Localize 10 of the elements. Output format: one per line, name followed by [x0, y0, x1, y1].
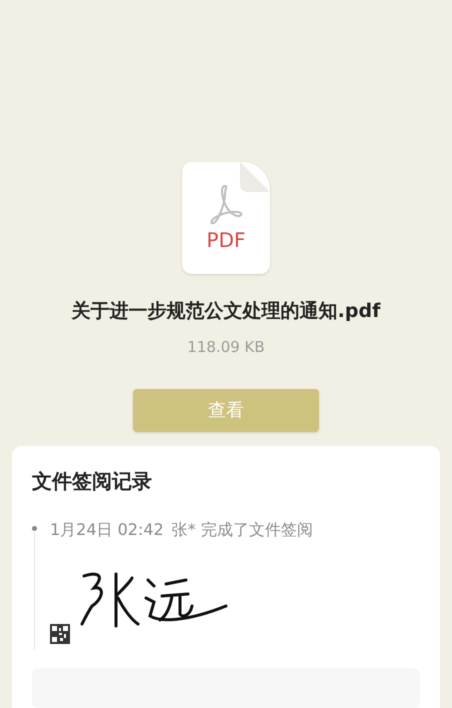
- folded-corner-icon: [240, 162, 270, 192]
- view-button[interactable]: 查看: [133, 388, 319, 432]
- records-title: 文件签阅记录: [32, 468, 153, 495]
- file-type-label: PDF: [206, 230, 246, 250]
- record-text: 张* 完成了文件签阅: [172, 519, 313, 541]
- acrobat-symbol-icon: [208, 184, 244, 226]
- record-time: 1月24日 02:42: [50, 519, 164, 541]
- qr-code-icon: [50, 624, 70, 644]
- file-name: 关于进一步规范公文处理的通知.pdf: [72, 300, 380, 324]
- file-size: 118.09 KB: [187, 337, 265, 358]
